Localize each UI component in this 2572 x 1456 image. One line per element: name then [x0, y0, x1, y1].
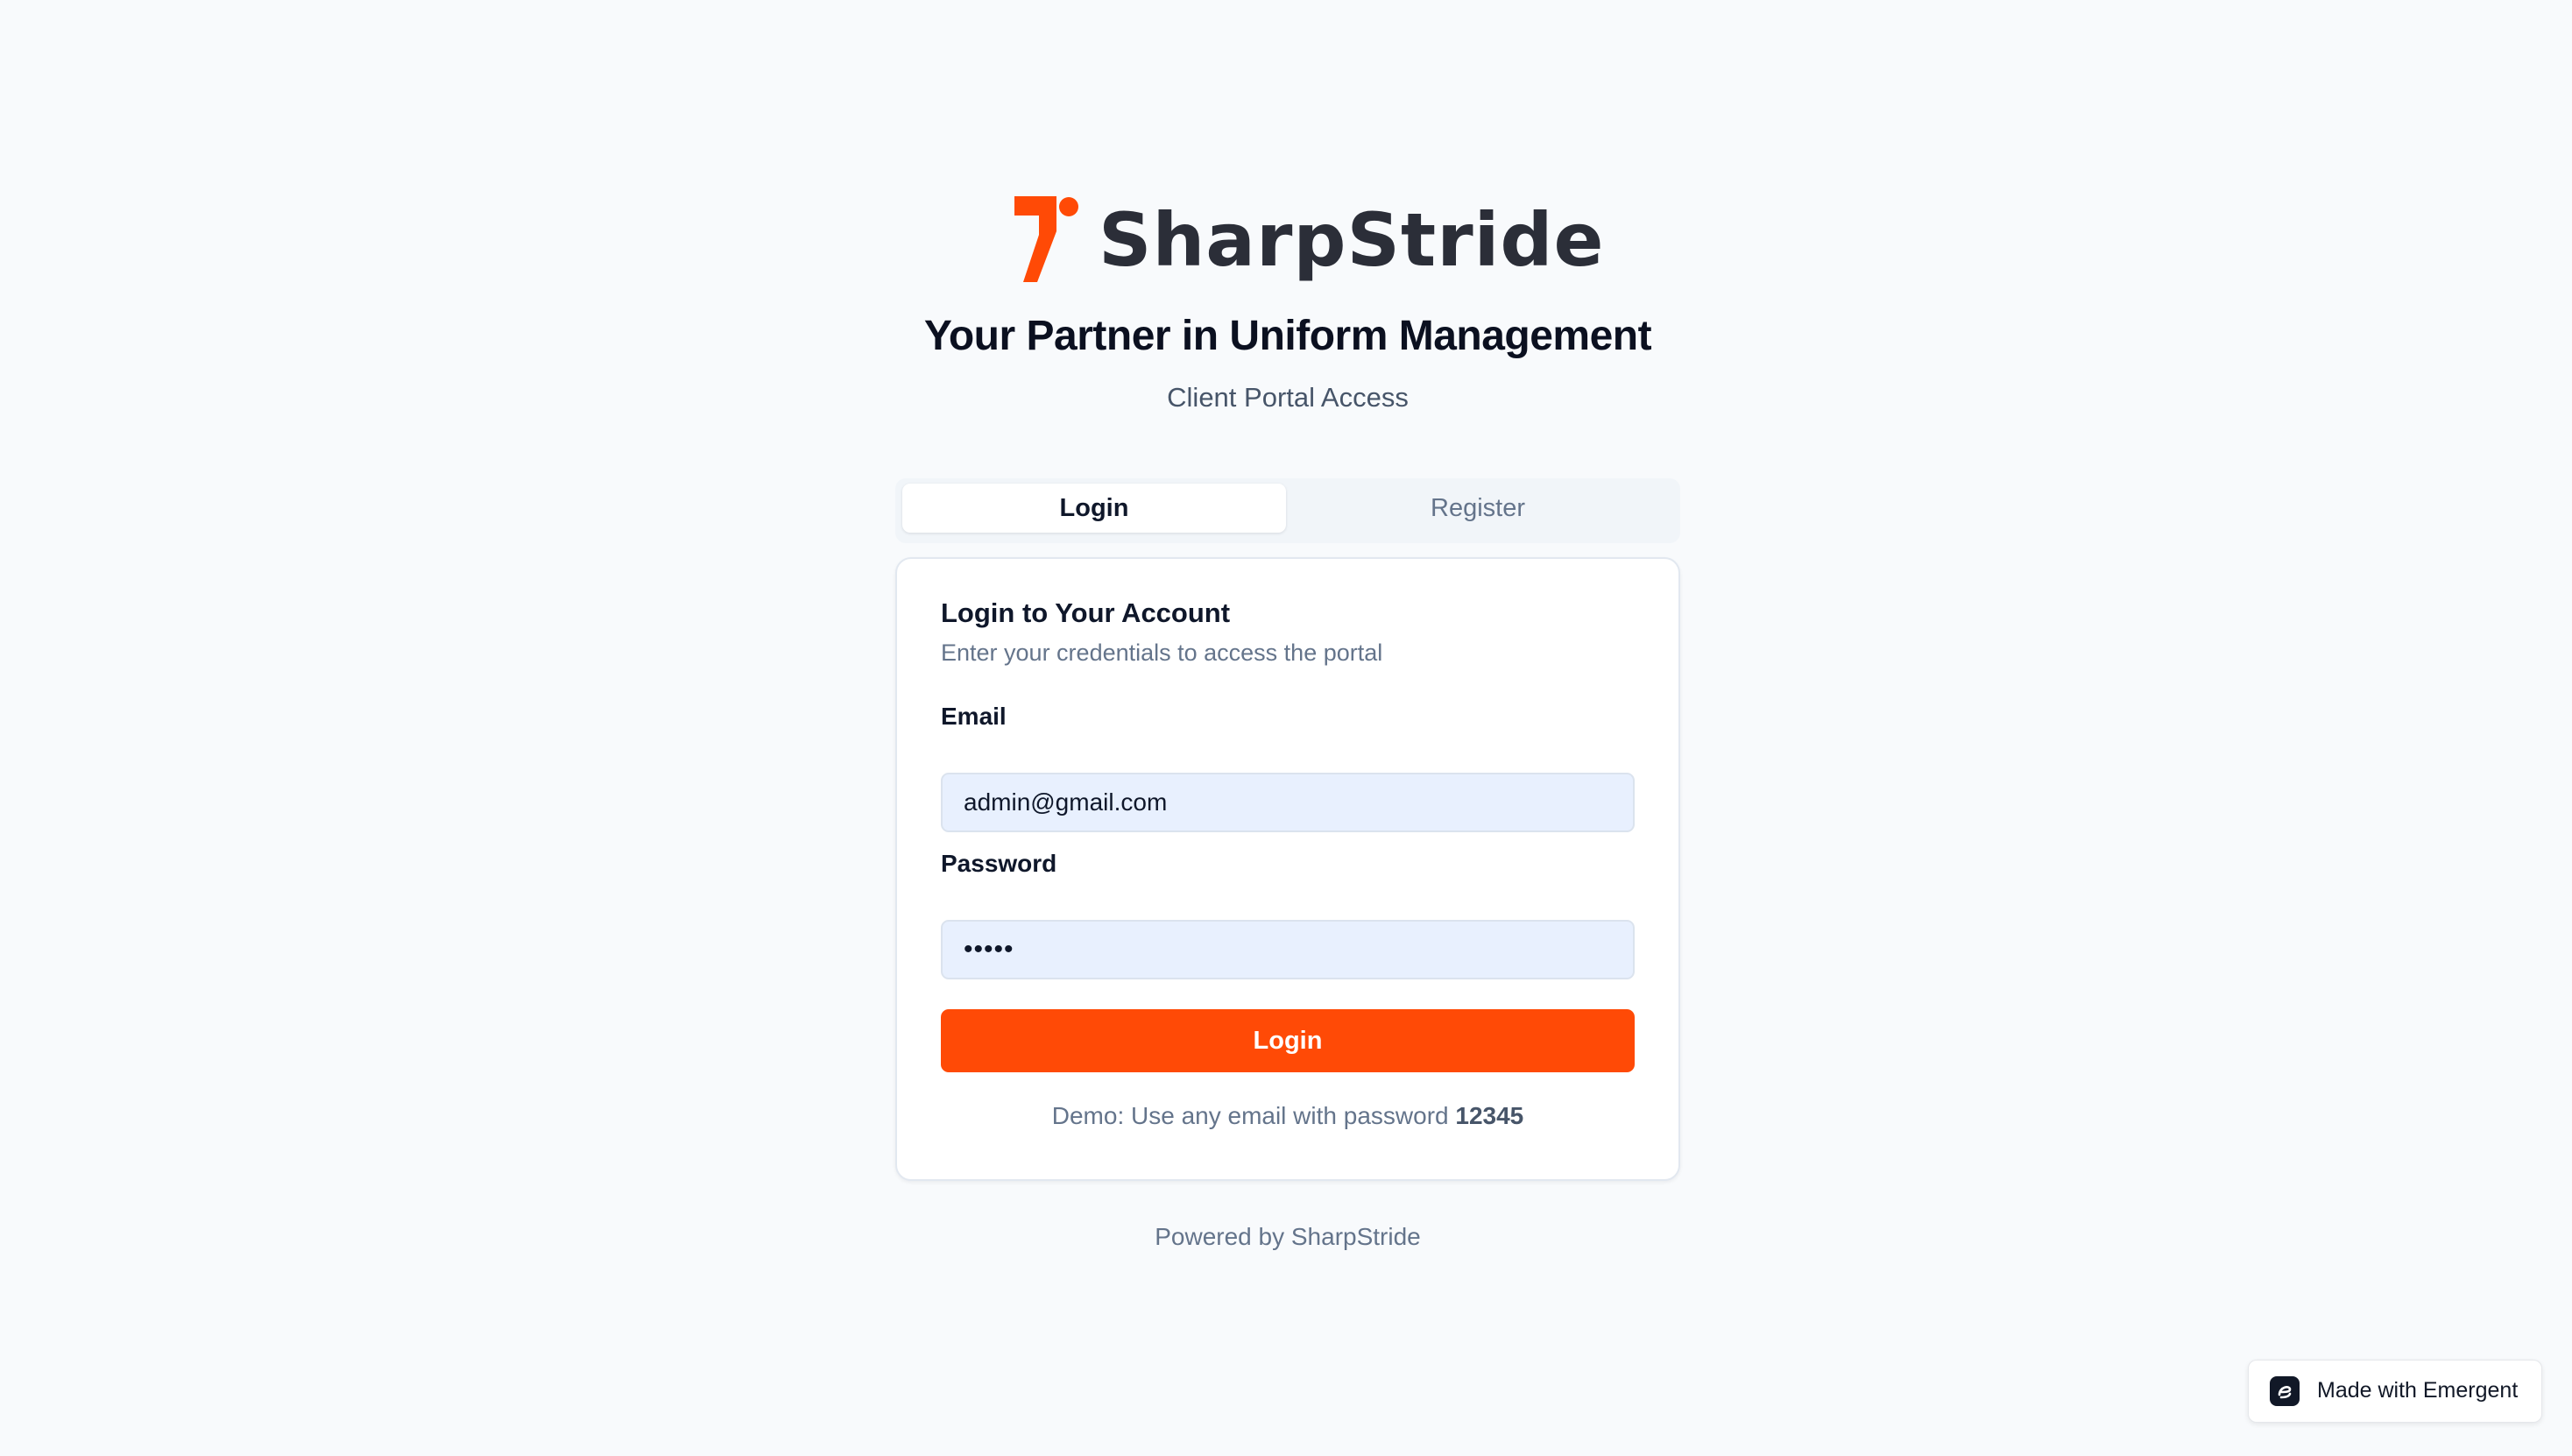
tab-register[interactable]: Register	[1286, 484, 1670, 533]
demo-hint-text: Demo: Use any email with password	[1051, 1102, 1449, 1129]
emergent-logo-icon	[2270, 1376, 2300, 1406]
made-with-emergent-badge[interactable]: Made with Emergent	[2248, 1360, 2542, 1423]
brand-name: SharpStride	[1099, 197, 1605, 283]
page-subheadline: Client Portal Access	[1167, 382, 1409, 413]
email-input[interactable]: admin@gmail.com	[941, 773, 1635, 832]
tab-login[interactable]: Login	[902, 484, 1286, 533]
demo-hint: Demo: Use any email with password 12345	[897, 1102, 1678, 1130]
brand-logo: SharpStride	[1014, 194, 1604, 286]
demo-password: 12345	[1455, 1102, 1524, 1129]
page-headline: Your Partner in Uniform Management	[923, 313, 1652, 359]
email-label: Email	[941, 703, 1007, 730]
password-label: Password	[941, 850, 1057, 877]
badge-label: Made with Emergent	[2317, 1378, 2519, 1403]
card-description: Enter your credentials to access the por…	[941, 640, 1383, 666]
auth-tabs: Login Register	[895, 478, 1680, 543]
login-button[interactable]: Login	[941, 1009, 1635, 1072]
powered-by: Powered by SharpStride	[1155, 1223, 1421, 1250]
card-title: Login to Your Account	[941, 597, 1231, 628]
sharpstride-logo-icon	[1014, 196, 1078, 282]
password-input[interactable]: •••••	[941, 920, 1635, 979]
login-card: Login to Your Account Enter your credent…	[895, 557, 1680, 1181]
